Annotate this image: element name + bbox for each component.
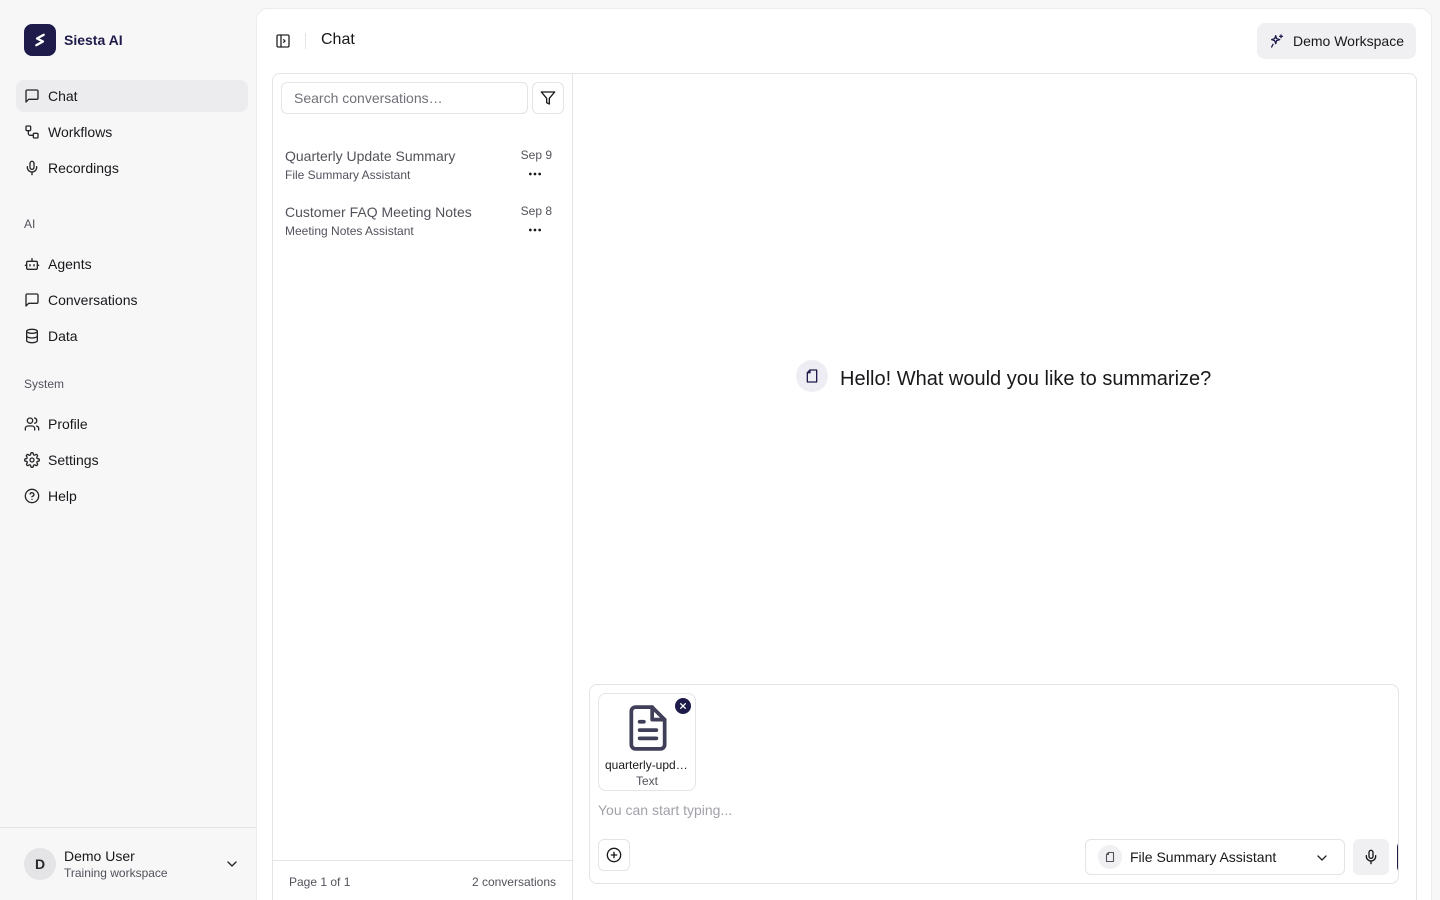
filter-icon (540, 91, 556, 105)
conversation-date: Sep 8 (520, 204, 552, 218)
user-name: Demo User (64, 848, 135, 864)
agent-select-value: File Summary Assistant (1130, 849, 1277, 865)
sidebar-toggle-icon[interactable] (275, 33, 291, 49)
conversation-date: Sep 9 (520, 148, 552, 162)
ai-nav: AI Agents Conversations Data (16, 216, 248, 356)
plus-circle-icon (606, 847, 622, 863)
section-label-ai: AI (24, 217, 36, 231)
sidebar-item-label: Help (48, 488, 77, 504)
workspace-label: Demo Workspace (1292, 33, 1404, 49)
greeting: Hello! What would you like to summarize? (796, 360, 1211, 392)
message-square-icon (25, 293, 39, 307)
sidebar-item-conversations[interactable]: Conversations (16, 284, 248, 316)
database-icon (26, 328, 38, 344)
filter-button[interactable] (532, 82, 564, 114)
help-circle-icon (24, 488, 40, 504)
remove-attachment-button[interactable] (675, 698, 691, 714)
avatar: D (24, 848, 56, 880)
message-input[interactable] (598, 799, 1388, 821)
brand-name: Siesta AI (64, 32, 123, 48)
agent-select[interactable]: File Summary Assistant (1085, 839, 1345, 875)
sidebar: Siesta AI Chat Workflows Recordings AI A… (0, 0, 256, 900)
users-icon (24, 417, 40, 431)
sidebar-item-label: Settings (48, 452, 99, 468)
sparkles-icon (1270, 34, 1283, 48)
user-info: Demo User Training workspace (64, 847, 168, 881)
page-info: Page 1 of 1 (289, 874, 351, 889)
file-text-icon (629, 705, 667, 751)
sidebar-item-label: Recordings (48, 160, 119, 176)
message-composer: quarterly-update Text File Summary Assis… (589, 684, 1399, 884)
pagination-footer: Page 1 of 1 2 conversations (273, 860, 572, 900)
send-button[interactable] (1397, 841, 1398, 873)
sidebar-item-label: Conversations (48, 292, 138, 308)
voice-input-button[interactable] (1353, 839, 1389, 875)
sidebar-item-workflows[interactable]: Workflows (16, 116, 248, 148)
sidebar-item-help[interactable]: Help (16, 480, 248, 512)
conversation-assistant: File Summary Assistant (285, 168, 411, 182)
divider (305, 33, 306, 49)
sidebar-item-data[interactable]: Data (16, 320, 248, 352)
gear-icon (24, 452, 40, 468)
section-label-system: System (24, 377, 65, 391)
sidebar-item-profile[interactable]: Profile (16, 408, 248, 440)
conversation-title: Quarterly Update Summary (285, 148, 456, 164)
more-horizontal-icon[interactable] (527, 222, 543, 238)
file-summary-agent-icon (796, 360, 828, 392)
user-workspace: Training workspace (64, 866, 168, 880)
conversation-list: Quarterly Update Summary File Summary As… (273, 74, 573, 900)
brand[interactable]: Siesta AI (24, 24, 123, 56)
main-panel: Chat Demo Workspace Quarterly Update Sum… (256, 8, 1432, 900)
chevron-down-icon[interactable] (224, 856, 240, 872)
chat-area: Hello! What would you like to summarize?… (573, 74, 1416, 900)
topbar: Chat Demo Workspace (257, 9, 1431, 73)
system-nav: System Profile Settings Help (16, 376, 248, 516)
chevron-down-icon (1317, 855, 1327, 861)
bot-icon (24, 258, 40, 270)
sidebar-item-label: Workflows (48, 124, 113, 140)
add-attachment-button[interactable] (598, 839, 630, 871)
siesta-logo-icon (24, 24, 56, 56)
chat-content: Quarterly Update Summary File Summary As… (272, 73, 1417, 900)
mic-icon (1365, 849, 1377, 865)
sidebar-item-recordings[interactable]: Recordings (16, 152, 248, 184)
mic-icon (26, 160, 38, 176)
user-menu[interactable]: D Demo User Training workspace (0, 827, 256, 900)
list-item[interactable]: Customer FAQ Meeting Notes Meeting Notes… (285, 204, 555, 252)
conversation-title: Customer FAQ Meeting Notes (285, 204, 472, 220)
sidebar-item-label: Agents (48, 256, 92, 272)
search-input[interactable] (281, 82, 528, 114)
primary-nav: Chat Workflows Recordings (16, 80, 248, 188)
page-title: Chat (321, 31, 355, 48)
attachment-chip[interactable]: quarterly-update Text (598, 693, 696, 791)
close-icon (680, 703, 686, 709)
message-square-icon (25, 89, 39, 103)
conversation-count: 2 conversations (471, 874, 556, 889)
sidebar-item-chat[interactable]: Chat (16, 80, 248, 112)
sidebar-item-label: Chat (48, 88, 78, 104)
greeting-text: Hello! What would you like to summarize? (840, 367, 1212, 390)
more-horizontal-icon[interactable] (527, 166, 543, 182)
file-summary-agent-icon (1098, 845, 1122, 869)
workflow-icon (25, 125, 39, 139)
sidebar-item-agents[interactable]: Agents (16, 248, 248, 280)
sidebar-item-label: Data (48, 328, 78, 344)
attachment-type: Text (635, 774, 658, 788)
conversation-assistant: Meeting Notes Assistant (285, 224, 414, 238)
workspace-button[interactable]: Demo Workspace (1256, 23, 1416, 59)
sidebar-item-label: Profile (48, 416, 88, 432)
sidebar-item-settings[interactable]: Settings (16, 444, 248, 476)
list-item[interactable]: Quarterly Update Summary File Summary As… (285, 148, 555, 196)
attachment-name: quarterly-update (605, 758, 689, 772)
